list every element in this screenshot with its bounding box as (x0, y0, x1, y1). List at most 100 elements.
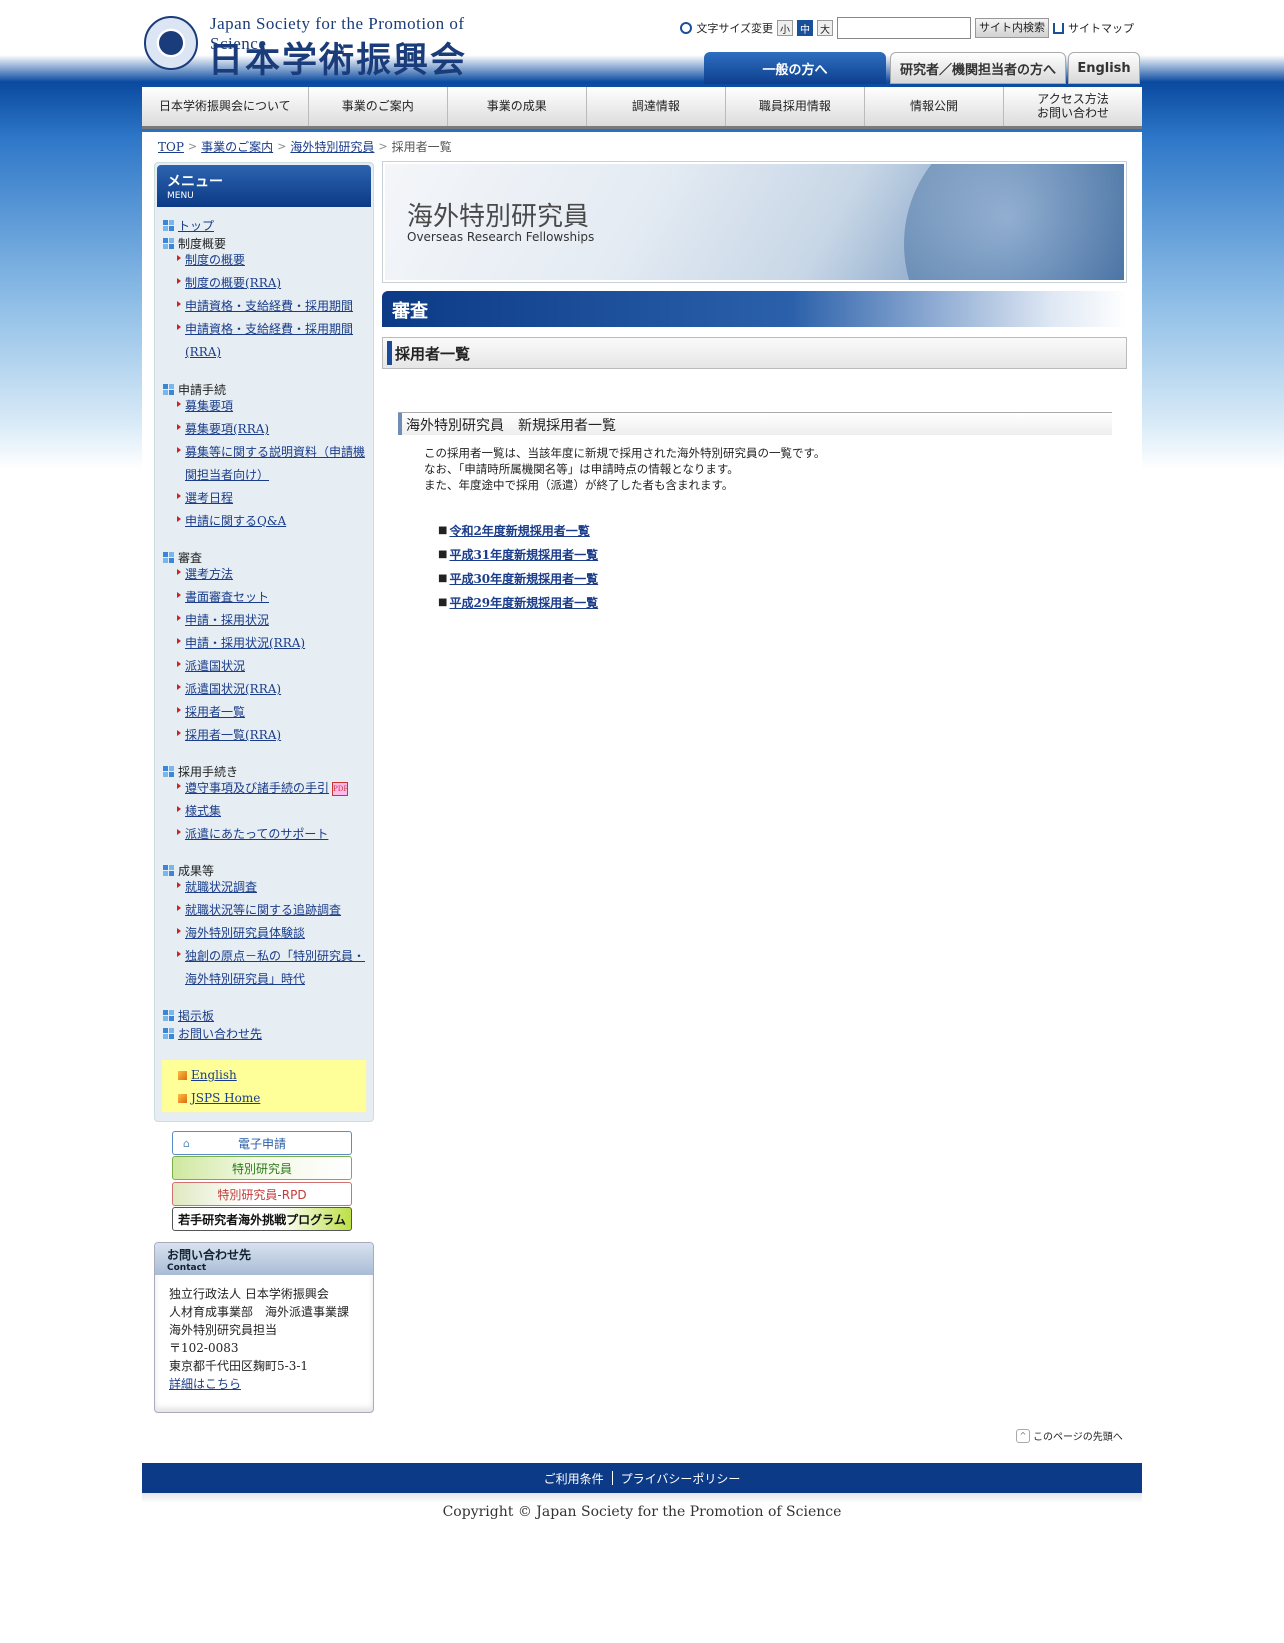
contact-title-en: Contact (167, 1263, 207, 1273)
contact-box: お問い合わせ先 Contact 独立行政法人 日本学術振興会 人材育成事業部 海… (154, 1242, 374, 1413)
sidebar-item[interactable]: 就職状況等に関する追跡調査 (177, 899, 365, 922)
sidebar-item-label[interactable]: 掲示板 (178, 1007, 214, 1024)
jsps-logo[interactable]: Japan Society for the Promotion of Scien… (142, 14, 522, 81)
audience-tabs: 一般の方へ 研究者／機関担当者の方へ English (704, 52, 1140, 84)
sidebar-title-en: MENU (167, 191, 194, 201)
sidebar-link-jsps-home[interactable]: JSPS Home (178, 1091, 260, 1105)
sidebar-item[interactable]: 派遣国状況(RRA) (177, 678, 365, 701)
breadcrumb-programs[interactable]: 事業のご案内 (201, 138, 273, 155)
magnifier-icon (680, 22, 693, 34)
gnav-item-procurement[interactable]: 調達情報 (587, 87, 726, 126)
hero-image: 海外特別研究員 Overseas Research Fellowships (385, 164, 1124, 280)
sidebar-item-label[interactable]: トップ (178, 217, 214, 234)
sidebar-item[interactable]: 採用者一覧 (177, 701, 365, 724)
sitemap-link[interactable]: サイトマップ (1068, 20, 1134, 36)
sidebar-item[interactable]: 募集要項 (177, 395, 365, 418)
contact-line: 人材育成事業部 海外派遣事業課 (169, 1305, 350, 1319)
font-size-large-button[interactable]: 大 (817, 20, 833, 36)
sidebar-item-top[interactable]: トップ (163, 217, 214, 234)
sidebar-item-contact[interactable]: お問い合わせ先 (163, 1025, 262, 1042)
contact-detail-link[interactable]: 詳細はこちら (169, 1375, 359, 1393)
gnav-item-access-contact[interactable]: アクセス方法 お問い合わせ (1004, 87, 1142, 126)
sidebar-item-label[interactable]: お問い合わせ先 (178, 1025, 262, 1042)
banner-overseas-challenge-program[interactable]: 若手研究者海外挑戦プログラム (172, 1207, 352, 1231)
banner-research-fellowship-rpd[interactable]: 特別研究員-RPD (172, 1182, 352, 1206)
sidebar-item[interactable]: 申請資格・支給経費・採用期間(RRA) (177, 318, 365, 364)
logo-japanese-text: 日本学術振興会 (208, 41, 468, 81)
sidebar-item[interactable]: 申請・採用状況 (177, 609, 365, 632)
search-input[interactable] (837, 17, 971, 39)
header-tools: 文字サイズ変更 小 中 大 サイト内検索 サイトマップ (680, 16, 1134, 40)
font-size-medium-button[interactable]: 中 (797, 20, 813, 36)
adoption-list-link-h30[interactable]: 平成30年度新規採用者一覧 (449, 570, 598, 587)
breadcrumb-overseas-fellowship[interactable]: 海外特別研究員 (290, 138, 374, 155)
list-item: ■ 平成30年度新規採用者一覧 (438, 566, 598, 590)
sidebar-item[interactable]: 募集要項(RRA) (177, 418, 365, 441)
font-size-small-button[interactable]: 小 (777, 20, 793, 36)
menu-square-icon (163, 1028, 174, 1039)
footer-terms-link[interactable]: ご利用条件 (544, 1470, 604, 1487)
orange-bullet-icon (178, 1093, 187, 1103)
gnav-item-programs[interactable]: 事業のご案内 (309, 87, 448, 126)
description: この採用者一覧は、当該年度に新規で採用された海外特別研究員の一覧です。 なお、「… (424, 445, 825, 493)
sidebar-item[interactable]: 制度の概要 (177, 249, 365, 272)
sidebar-item[interactable]: 派遣にあたってのサポート (177, 823, 365, 846)
breadcrumb: TOP > 事業のご案内 > 海外特別研究員 > 採用者一覧 (158, 138, 452, 155)
sidebar-item[interactable]: 海外特別研究員体験談 (177, 922, 365, 945)
square-bullet-icon: ■ (438, 524, 448, 536)
menu-square-icon (163, 552, 174, 563)
sidebar-item-guide[interactable]: 遵守事項及び諸手続の手引 PDF (177, 777, 365, 800)
gnav-item-disclosure[interactable]: 情報公開 (865, 87, 1004, 126)
sidebar-item[interactable]: 申請に関するQ&A (177, 510, 365, 533)
site-search-button[interactable]: サイト内検索 (975, 18, 1049, 38)
home-icon: ⌂ (183, 1136, 190, 1150)
hero-subtitle: Overseas Research Fellowships (407, 230, 595, 244)
sidebar-item-bbs[interactable]: 掲示板 (163, 1007, 214, 1024)
footer-privacy-link[interactable]: プライバシーポリシー (621, 1470, 741, 1487)
sidebar-item[interactable]: 書面審査セット (177, 586, 365, 609)
sidebar-item[interactable]: 様式集 (177, 800, 365, 823)
contact-line: 独立行政法人 日本学術振興会 (169, 1287, 329, 1301)
adoption-list-link-h31[interactable]: 平成31年度新規採用者一覧 (449, 546, 598, 563)
adoption-list-link-r2[interactable]: 令和2年度新規採用者一覧 (449, 522, 589, 539)
sidebar-item[interactable]: 申請資格・支給経費・採用期間 (177, 295, 365, 318)
sidebar-item[interactable]: 選考方法 (177, 563, 365, 586)
tab-general[interactable]: 一般の方へ (704, 52, 886, 84)
footer-divider (611, 1471, 613, 1485)
breadcrumb-current: 採用者一覧 (391, 140, 452, 154)
sidebar-item[interactable]: 募集等に関する説明資料（申請機関担当者向け） (177, 441, 365, 487)
sidebar-item-label[interactable]: 遵守事項及び諸手続の手引 (185, 781, 329, 795)
banner-label: 電子申請 (237, 1136, 286, 1151)
sidebar-item[interactable]: 採用者一覧(RRA) (177, 724, 365, 747)
sidebar-item[interactable]: 選考日程 (177, 487, 365, 510)
back-to-top-link[interactable]: ^ このページの先頭へ (1016, 1428, 1123, 1443)
subsection-heading: 海外特別研究員 新規採用者一覧 (398, 412, 1112, 435)
tab-english[interactable]: English (1068, 52, 1140, 84)
square-bullet-icon: ■ (438, 596, 448, 608)
sidebar-item[interactable]: 派遣国状況 (177, 655, 365, 678)
sidebar-header: メニュー MENU (157, 165, 371, 207)
sidebar-item[interactable]: 就職状況調査 (177, 876, 365, 899)
back-to-top-label: このページの先頭へ (1033, 1432, 1123, 1443)
contact-line: 〒102-0083 (169, 1341, 239, 1355)
sidebar-item[interactable]: 申請・採用状況(RRA) (177, 632, 365, 655)
sidebar-link-label[interactable]: English (191, 1068, 237, 1082)
gnav-item-about[interactable]: 日本学術振興会について (142, 87, 309, 126)
sidebar-link-english[interactable]: English (178, 1068, 237, 1082)
contact-title: お問い合わせ先 (167, 1248, 252, 1262)
sidebar-item[interactable]: 独創の原点－私の「特別研究員・海外特別研究員」時代 (177, 945, 365, 991)
list-item: ■ 平成31年度新規採用者一覧 (438, 542, 598, 566)
adoption-list: ■ 令和2年度新規採用者一覧 ■ 平成31年度新規採用者一覧 ■ 平成30年度新規採用… (438, 518, 598, 614)
sidebar-link-label[interactable]: JSPS Home (191, 1091, 260, 1105)
breadcrumb-top[interactable]: TOP (158, 140, 184, 154)
tab-researchers[interactable]: 研究者／機関担当者の方へ (890, 52, 1066, 84)
gnav-item-results[interactable]: 事業の成果 (448, 87, 587, 126)
banner-electronic-application[interactable]: ⌂ 電子申請 (172, 1131, 352, 1155)
banner-research-fellowship[interactable]: 特別研究員 (172, 1156, 352, 1180)
sidebar-item[interactable]: 制度の概要(RRA) (177, 272, 365, 295)
list-item: ■ 令和2年度新規採用者一覧 (438, 518, 598, 542)
gnav-item-recruitment[interactable]: 職員採用情報 (726, 87, 865, 126)
page-title: 採用者一覧 (382, 337, 1127, 369)
pdf-icon: PDF (332, 781, 348, 796)
adoption-list-link-h29[interactable]: 平成29年度新規採用者一覧 (449, 594, 598, 611)
